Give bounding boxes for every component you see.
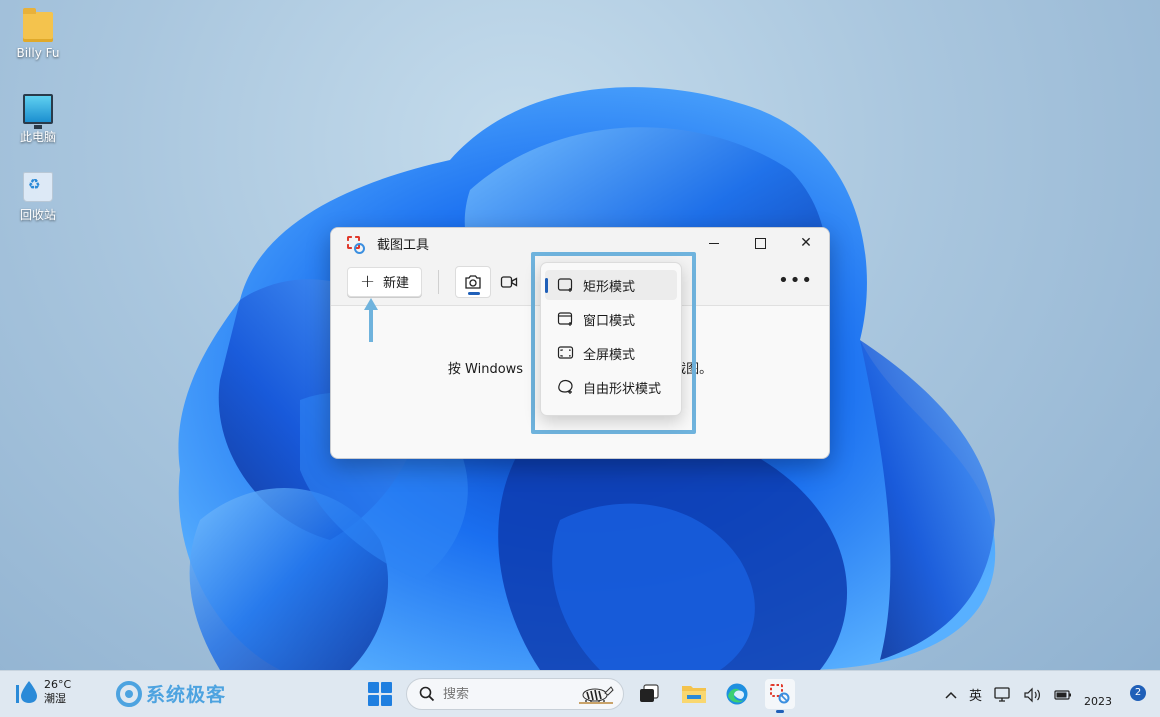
plus-icon: + — [359, 270, 376, 292]
screenshot-mode-button[interactable] — [455, 265, 491, 298]
recycle-bin-icon — [23, 172, 53, 202]
menu-item-rectangle-mode[interactable]: 矩形模式 — [545, 270, 677, 300]
snip-mode-dropdown: 矩形模式 窗口模式 全屏模式 自由形状模式 — [540, 262, 682, 416]
chevron-up-icon — [945, 691, 957, 699]
humidity-icon — [16, 681, 37, 703]
record-mode-button[interactable] — [491, 266, 527, 298]
desktop-icon-this-pc[interactable]: 此电脑 — [8, 90, 68, 145]
maximize-button[interactable] — [737, 228, 783, 258]
show-hidden-icons-button[interactable] — [945, 691, 957, 699]
weather-widget[interactable]: 26°C 潮湿 — [16, 678, 71, 706]
input-method-indicator[interactable]: 英 — [969, 685, 982, 704]
snipping-tool-taskbar-icon — [770, 684, 790, 704]
file-explorer-button[interactable] — [679, 679, 709, 709]
rectangle-snip-icon — [557, 278, 573, 292]
zebra-icon — [579, 686, 614, 704]
menu-item-fullscreen-mode[interactable]: 全屏模式 — [545, 338, 677, 368]
brand-text: 系统极客 — [146, 684, 227, 706]
video-icon — [500, 275, 518, 288]
start-button[interactable] — [368, 682, 392, 706]
menu-item-window-mode[interactable]: 窗口模式 — [545, 304, 677, 334]
battery-icon[interactable] — [1054, 688, 1072, 702]
taskbar-clock[interactable]: 2023 — [1084, 695, 1112, 708]
system-tray: 英 2023 2 — [945, 671, 1160, 717]
desktop-icon-recycle-bin[interactable]: 回收站 — [8, 172, 68, 223]
brand-logo-icon — [116, 680, 142, 707]
taskbar: 26°C 潮湿 系统极客 搜索 英 2023 2 — [0, 670, 1160, 717]
brand-watermark: 系统极客 — [116, 680, 226, 707]
desktop-icon-label: 回收站 — [19, 208, 56, 222]
file-explorer-icon — [682, 686, 706, 703]
menu-item-freeform-mode[interactable]: 自由形状模式 — [545, 372, 677, 402]
desktop-icon-label: 此电脑 — [19, 130, 56, 144]
camera-icon — [465, 274, 481, 289]
snipping-tool-taskbar-button[interactable] — [765, 679, 795, 713]
snipping-tool-icon — [345, 234, 365, 254]
taskbar-search-box[interactable] — [406, 678, 624, 710]
new-button-label: 新建 — [383, 276, 410, 291]
desktop-icon-label: Billy Fu — [16, 46, 60, 60]
annotation-arrow-icon — [364, 298, 378, 342]
network-icon[interactable] — [994, 686, 1012, 703]
folder-icon — [23, 8, 53, 42]
volume-icon[interactable] — [1024, 687, 1042, 703]
desktop-icon-billy-fu[interactable]: Billy Fu — [8, 8, 68, 60]
edge-browser-icon — [726, 683, 748, 705]
weather-temperature: 26°C — [44, 678, 72, 691]
search-icon — [419, 686, 435, 702]
hint-text-start: 按 Windows — [447, 362, 524, 377]
search-input[interactable] — [443, 686, 563, 702]
task-view-button[interactable] — [634, 679, 664, 709]
minimize-button[interactable] — [691, 228, 737, 258]
toolbar-divider — [438, 269, 439, 294]
menu-item-label: 全屏模式 — [583, 347, 636, 363]
computer-icon — [23, 94, 53, 129]
more-options-button[interactable]: ••• — [778, 270, 813, 291]
notification-badge[interactable]: 2 — [1130, 684, 1146, 701]
close-button[interactable]: ✕ — [783, 228, 829, 258]
freeform-snip-icon — [558, 380, 573, 394]
menu-item-label: 矩形模式 — [583, 279, 636, 295]
fullscreen-snip-icon — [557, 346, 574, 359]
new-snip-button[interactable]: + 新建 — [347, 266, 422, 297]
window-snip-icon — [557, 312, 573, 326]
menu-item-label: 自由形状模式 — [583, 381, 662, 397]
edge-browser-button[interactable] — [722, 679, 752, 709]
menu-item-label: 窗口模式 — [583, 313, 636, 329]
window-title: 截图工具 — [377, 237, 430, 253]
weather-condition: 潮湿 — [44, 692, 66, 705]
task-view-icon — [640, 684, 659, 702]
